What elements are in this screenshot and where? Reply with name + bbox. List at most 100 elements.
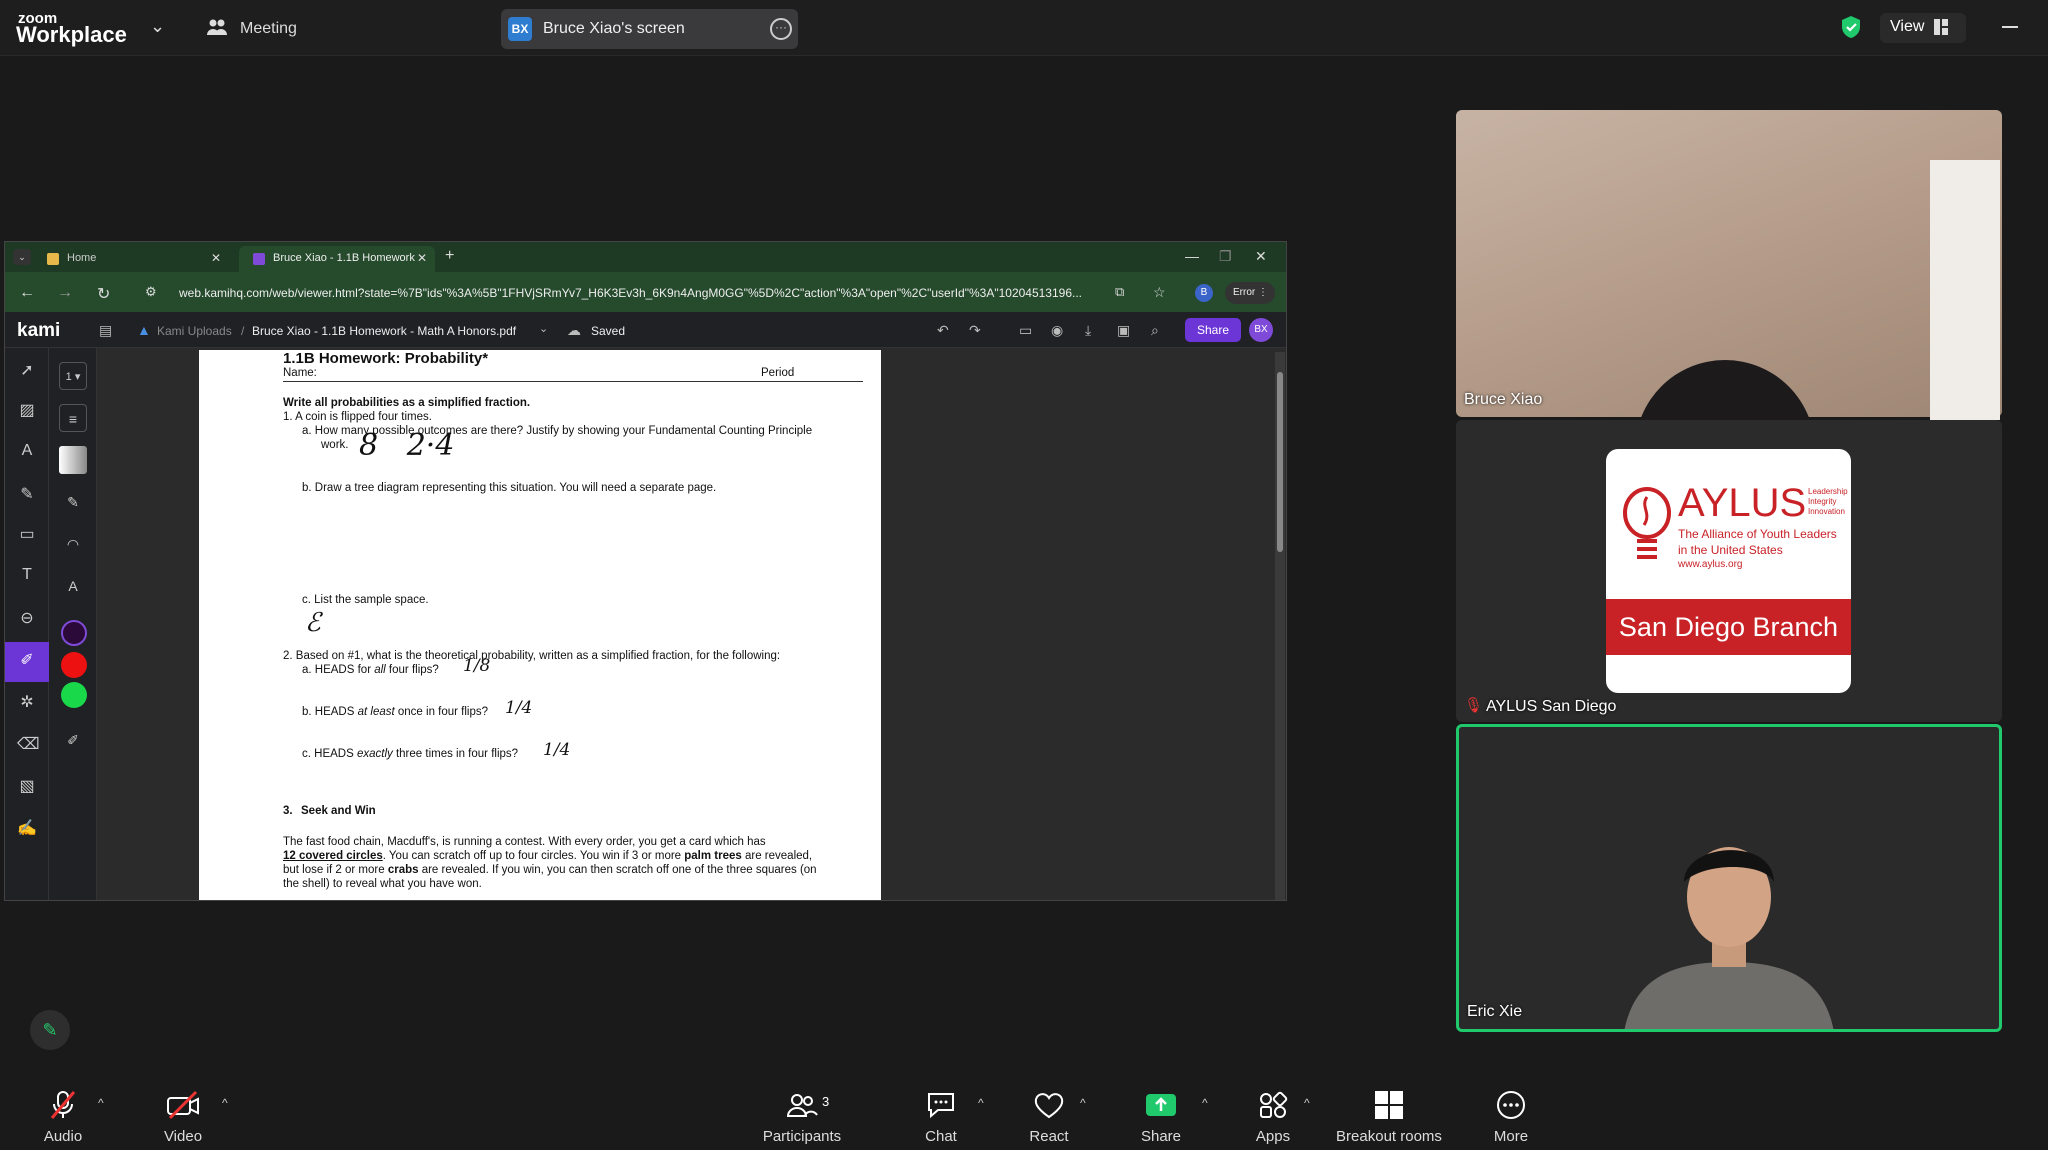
q2c-handwritten: 1/4 (543, 740, 571, 760)
kami-share-button[interactable]: Share (1185, 318, 1241, 342)
q1a-work: work. (321, 439, 349, 451)
window-close-icon[interactable]: ✕ (1255, 248, 1267, 265)
stroke-size-select[interactable]: 1 ▾ (59, 362, 87, 390)
color-swatch-green[interactable] (61, 682, 87, 708)
q1c-handwritten: ℰ (305, 608, 321, 638)
zoom-logo-workplace: Workplace (16, 22, 127, 47)
eyedropper-icon[interactable]: ✐ (59, 726, 87, 754)
signature-icon[interactable]: ✍ (17, 818, 37, 838)
kami-user-avatar[interactable]: BX (1249, 318, 1273, 342)
chat-button[interactable]: Chat (908, 1078, 974, 1150)
tab-label: Home (67, 252, 97, 264)
audio-button[interactable]: Audio (30, 1078, 96, 1150)
site-info-icon[interactable]: ⚙ (145, 284, 157, 300)
redo-icon[interactable]: ↷ (969, 322, 981, 339)
sidebar-toggle-icon[interactable]: ▤ (99, 322, 112, 339)
chevron-down-icon[interactable]: ⌄ (150, 16, 165, 37)
back-icon[interactable]: ← (19, 284, 35, 302)
reload-icon[interactable]: ↻ (97, 284, 110, 304)
home-favicon-icon (47, 253, 59, 265)
q1a-handwritten: 8 2·4 (359, 428, 455, 463)
line-style-icon[interactable]: ≡ (59, 404, 87, 432)
color-swatch-red[interactable] (61, 652, 87, 678)
shared-screen-label: Bruce Xiao's screen (543, 20, 685, 37)
minimize-icon[interactable] (2002, 26, 2018, 28)
text-to-speech-icon[interactable]: A (17, 442, 37, 462)
meeting-people-icon[interactable] (205, 16, 229, 40)
annotate-pencil-icon[interactable]: ✎ (30, 1010, 70, 1050)
pdf-page[interactable]: 1.1B Homework: Probability* Name: Period… (199, 350, 881, 900)
download-icon[interactable]: ⤓ (1085, 322, 1091, 339)
file-menu-chevron-icon[interactable]: ⌄ (539, 322, 548, 335)
audio-options-caret-icon[interactable]: ^ (98, 1096, 104, 1110)
saved-status: Saved (591, 324, 626, 338)
url-field[interactable]: web.kamihq.com/web/viewer.html?state=%7B… (179, 286, 1099, 300)
aylus-branch-banner: San Diego Branch (1606, 599, 1851, 655)
document-icon[interactable]: ▭ (1019, 322, 1032, 339)
video-button[interactable]: Video (150, 1078, 216, 1150)
undo-icon[interactable]: ↶ (937, 322, 949, 339)
close-tab-icon[interactable]: ✕ (211, 251, 221, 265)
more-dots-icon (1497, 1091, 1525, 1119)
breadcrumb-folder[interactable]: Kami Uploads (157, 324, 232, 338)
kebab-menu-icon[interactable]: ⋮ (1258, 287, 1268, 298)
protractor-icon[interactable]: ◠ (59, 530, 87, 558)
equation-icon[interactable]: ⊖ (17, 608, 37, 628)
video-label: Video (163, 1128, 203, 1145)
video-background-window (1930, 160, 2000, 420)
opacity-icon[interactable] (59, 446, 87, 474)
instruction: Write all probabilities as a simplified … (283, 397, 531, 409)
profile-avatar[interactable]: B (1195, 284, 1213, 302)
breadcrumb-file[interactable]: Bruce Xiao - 1.1B Homework - Math A Hono… (252, 324, 516, 338)
q3-p4: the shell) to reveal what you have won. (283, 878, 482, 890)
pen-draw-icon[interactable]: ✐ (17, 650, 37, 670)
forward-icon[interactable]: → (57, 284, 73, 302)
react-options-caret-icon[interactable]: ^ (1080, 1096, 1086, 1110)
security-shield-icon[interactable] (1840, 15, 1862, 39)
text-tool-icon[interactable]: T (17, 566, 37, 586)
window-minimize-icon[interactable]: — (1185, 248, 1199, 264)
select-cursor-icon[interactable]: ➚ (17, 360, 37, 380)
add-media-icon[interactable]: ▧ (17, 776, 37, 796)
image-insert-icon[interactable]: ▨ (17, 400, 37, 420)
tab-search-icon[interactable]: ⌄ (13, 249, 31, 265)
font-icon[interactable]: A (59, 572, 87, 600)
apps-button[interactable]: Apps (1240, 1078, 1306, 1150)
participants-button[interactable]: 3 Participants (756, 1078, 848, 1150)
view-eye-icon[interactable]: ◉ (1051, 322, 1063, 339)
new-tab-icon[interactable]: + (445, 247, 454, 265)
tab-home[interactable]: Home ✕ (33, 246, 229, 272)
color-swatch-purple[interactable] (61, 620, 87, 646)
pdf-scroll-thumb[interactable] (1277, 372, 1283, 552)
react-button[interactable]: React (1016, 1078, 1082, 1150)
close-tab-icon[interactable]: ✕ (417, 251, 427, 265)
install-app-icon[interactable]: ⧉ (1115, 284, 1124, 300)
view-label: View (1890, 18, 1925, 35)
highlighter-icon[interactable]: ✎ (17, 484, 37, 504)
comment-icon[interactable]: ▭ (17, 524, 37, 544)
share-options-caret-icon[interactable]: ^ (1202, 1096, 1208, 1110)
kami-logo: kami (17, 320, 61, 341)
browser-error-indicator[interactable]: Error ⋮ (1225, 282, 1275, 304)
bookmark-star-icon[interactable]: ☆ (1153, 284, 1166, 301)
tab-kami-homework[interactable]: Bruce Xiao - 1.1B Homework ✕ (239, 246, 435, 272)
search-icon[interactable]: ⌕ (1151, 322, 1159, 339)
participant-name: Bruce Xiao (1464, 391, 1543, 408)
video-tile-eric[interactable]: Eric Xie (1456, 724, 2002, 1032)
pen-icon[interactable]: ✎ (59, 488, 87, 516)
share-button[interactable]: Share (1128, 1078, 1194, 1150)
shapes-icon[interactable]: ✲ (17, 692, 37, 712)
window-restore-icon[interactable]: ❐ (1219, 248, 1232, 265)
more-options-icon[interactable]: ··· (770, 18, 792, 40)
apps-options-caret-icon[interactable]: ^ (1304, 1096, 1310, 1110)
q2b: b. HEADS at least once in four flips? (302, 706, 489, 718)
breakout-rooms-button[interactable]: Breakout rooms (1330, 1078, 1448, 1150)
meeting-label[interactable]: Meeting (240, 20, 297, 38)
briefcase-icon[interactable]: ▣ (1117, 322, 1130, 339)
camera-off-icon (167, 1090, 199, 1120)
video-options-caret-icon[interactable]: ^ (222, 1096, 228, 1110)
eraser-icon[interactable]: ⌫ (17, 734, 40, 754)
q3-p2: 12 covered circles. You can scratch off … (283, 850, 813, 862)
more-button[interactable]: More (1478, 1078, 1544, 1150)
chat-options-caret-icon[interactable]: ^ (978, 1096, 984, 1110)
